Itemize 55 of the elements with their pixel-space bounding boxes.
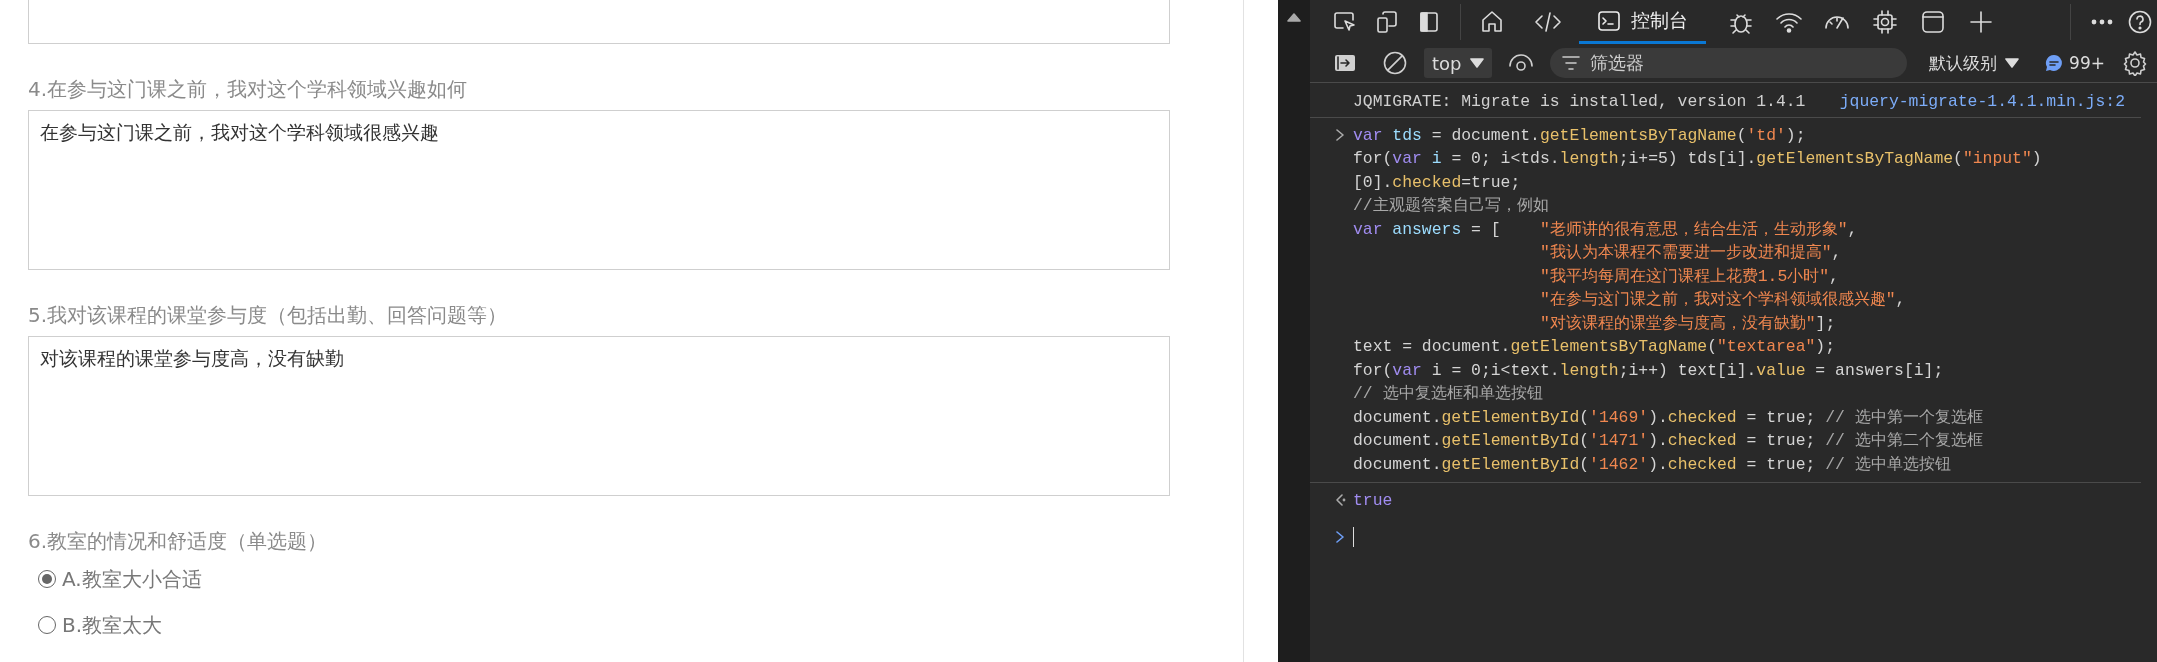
- answer-field[interactable]: 在参与这门课之前，我对这个学科领域很感兴趣: [28, 110, 1170, 270]
- log-message: JQMIGRATE: Migrate is installed, version 1.4.1: [1353, 91, 1806, 113]
- code-line: var tds = document.getElementsByTagName('td');: [1353, 124, 1807, 147]
- terminal-icon: [1597, 8, 1621, 33]
- eye-icon[interactable]: [1507, 53, 1534, 73]
- code-line: //主观题答案自己写，例如: [1353, 195, 1550, 218]
- answer-field[interactable]: [28, 0, 1170, 44]
- code-line: "在参与这门课之前，我对这个学科领域很感兴趣",: [1538, 289, 1907, 312]
- help-icon[interactable]: [2128, 10, 2152, 34]
- code-line: var answers = [ "老师讲的很有意思，结合生活，生动形象",: [1353, 218, 1859, 241]
- caret-icon: [1469, 58, 1484, 68]
- prompt-chevron-icon: [1336, 530, 1344, 543]
- inspect-icon[interactable]: [1333, 10, 1357, 34]
- code-line: text = document.getElementsByTagName("textarea");: [1353, 336, 1837, 359]
- code-line: for(var i = 0;i<text.length;i++) text[i].value = answers[i];: [1353, 359, 1945, 382]
- answer-field[interactable]: 对该课程的课堂参与度高，没有缺勤: [28, 336, 1170, 496]
- code-line: "我认为本课程不需要进一步改进和提高",: [1538, 242, 1843, 265]
- code-line: // 选中复选框和单选按钮: [1353, 383, 1544, 406]
- question-title: 4.在参与这门课之前，我对这个学科领域兴趣如何: [28, 76, 469, 103]
- question-title: 6.教室的情况和舒适度（单选题）: [28, 528, 329, 555]
- chip-icon[interactable]: [1872, 9, 1898, 35]
- more-icon[interactable]: [2090, 18, 2114, 26]
- code-line: document.getElementById('1462').checked = true; // 选中单选按钮: [1353, 453, 1952, 476]
- code-line: document.getElementById('1471').checked = true; // 选中第二个复选框: [1353, 430, 1984, 453]
- message-count: 99+: [2069, 53, 2105, 73]
- dock-icon[interactable]: [1417, 10, 1441, 34]
- filter-field[interactable]: 筛选器: [1549, 48, 1908, 78]
- result-value: true: [1353, 490, 1393, 513]
- input-chevron-icon: [1336, 128, 1344, 141]
- wifi-icon[interactable]: [1775, 10, 1803, 34]
- context-dropdown[interactable]: top: [1424, 48, 1492, 78]
- device-icon[interactable]: [1375, 10, 1399, 34]
- message-icon: [2045, 54, 2064, 72]
- clear-icon[interactable]: [1382, 50, 1408, 76]
- code-line: document.getElementById('1469').checked = true; // 选中第一个复选框: [1353, 406, 1984, 429]
- code-line: "对该课程的课堂参与度高，没有缺勤"];: [1538, 312, 1837, 335]
- sidebar-toggle-icon[interactable]: [1333, 52, 1357, 74]
- filter-icon: [1561, 55, 1580, 71]
- settings-icon[interactable]: [2122, 50, 2148, 76]
- caret-icon: [2005, 58, 2020, 68]
- code-line: "我平均每周在这门课程上花费1.5小时",: [1538, 265, 1840, 288]
- console-tab[interactable]: 控制台: [1579, 0, 1706, 44]
- code-line: [0].checked=true;: [1353, 171, 1522, 194]
- source-link[interactable]: jquery-migrate-1.4.1.min.js:2: [1839, 91, 2125, 113]
- scroll-up-icon: [1287, 12, 1301, 22]
- option-label: A.教室大小合适: [62, 565, 202, 593]
- question-title: 5.我对该课程的课堂参与度（包括出勤、回答问题等）: [28, 302, 509, 329]
- result-arrow-icon: [1336, 494, 1346, 507]
- code-icon[interactable]: [1534, 10, 1562, 34]
- home-icon[interactable]: [1479, 9, 1505, 35]
- window-icon[interactable]: [1921, 10, 1945, 34]
- plus-icon[interactable]: [1969, 10, 1993, 34]
- log-level-dropdown[interactable]: 默认级别: [1929, 51, 2020, 75]
- code-line: for(var i = 0; i<tds.length;i+=5) tds[i].getElementsByTagName("input"): [1353, 148, 2042, 171]
- option-label: B.教室太大: [62, 611, 163, 639]
